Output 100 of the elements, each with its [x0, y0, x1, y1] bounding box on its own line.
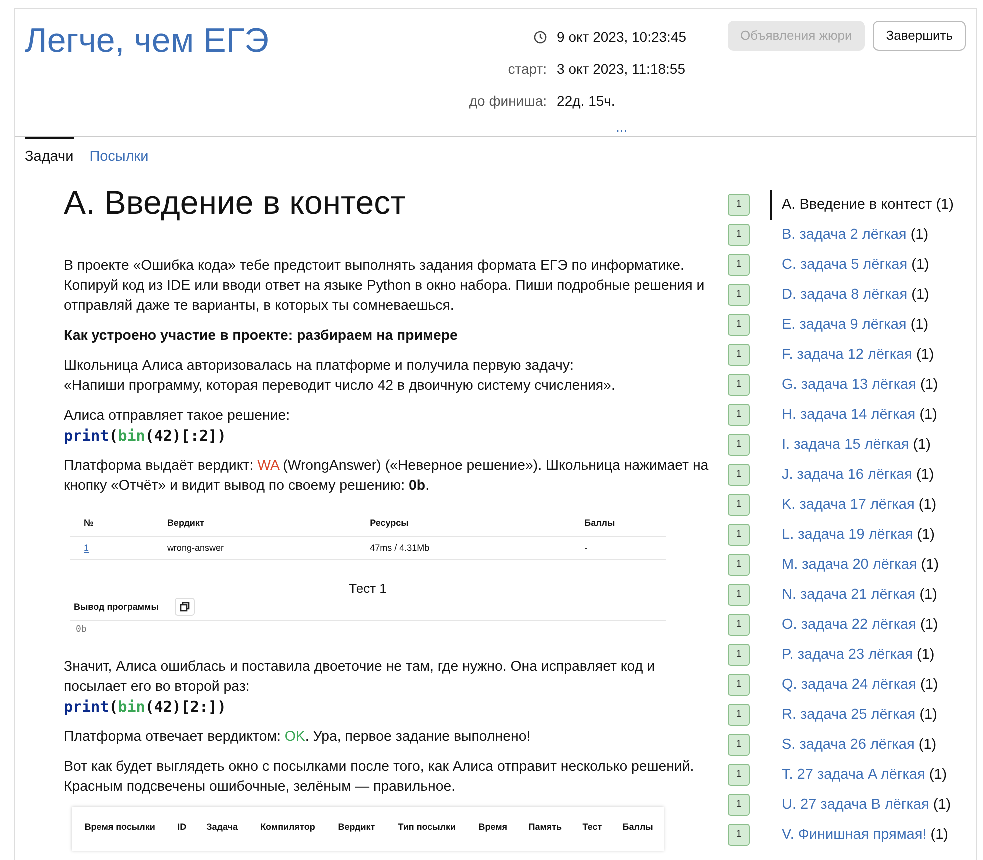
- problem-count: (1): [920, 376, 938, 393]
- score-badge: 1: [728, 224, 750, 246]
- problem-link[interactable]: I. задача 15 лёгкая: [782, 436, 910, 453]
- info-label: до финиша:: [469, 93, 548, 110]
- problem-count: (1): [910, 316, 929, 333]
- score-badge: 1: [728, 524, 750, 546]
- problem-count: (1): [916, 346, 934, 363]
- tab[interactable]: Посылки: [90, 137, 149, 173]
- problem-link[interactable]: M. задача 20 лёгкая: [782, 556, 918, 573]
- clock-icon: [534, 31, 548, 44]
- score-badge: 1: [728, 644, 750, 666]
- column-header: Компилятор: [260, 822, 316, 832]
- score-badge: 1: [728, 434, 750, 456]
- code-line: print(bin(42)[:2]): [64, 426, 228, 446]
- score-badge: 1: [728, 254, 750, 276]
- section-heading: Как устроено участие в проекте: разбираем на примере: [64, 327, 459, 346]
- paragraph: Вот как будет выглядеть окно с посылками после того, как Алиса отправит несколько решений. Красным подсвечены ошибочные, зелёным — правильное.: [64, 758, 696, 798]
- paragraph: Платформа отвечает вердиктом: OK. Ура, первое задание выполнено!: [64, 728, 532, 748]
- problem-link[interactable]: H. задача 14 лёгкая: [782, 406, 916, 423]
- column-header: Тип посылки: [398, 822, 456, 832]
- score-badge: 1: [728, 374, 750, 396]
- program-output: 0b: [76, 625, 87, 636]
- column-header: Задача: [206, 822, 238, 832]
- column-header: Ресурсы: [370, 518, 409, 528]
- problem-link[interactable]: G. задача 13 лёгкая: [782, 376, 916, 393]
- problem-count: (1): [930, 826, 948, 843]
- table-cell: -: [584, 543, 588, 554]
- problem-count: (1): [921, 556, 940, 573]
- paragraph: Значит, Алиса ошиблась и поставила двоеточие не там, где нужно. Она исправляет код и посылает его во второй раз:: [64, 658, 656, 698]
- table-cell: wrong-answer: [167, 543, 224, 554]
- test-link[interactable]: 1: [84, 543, 90, 554]
- problem-link[interactable]: J. задача 16 лёгкая: [782, 466, 912, 483]
- score-badge: 1: [728, 824, 750, 846]
- table-cell: 47ms / 4.31Mb: [370, 543, 430, 554]
- problem-count: (1): [920, 676, 938, 693]
- copy-icon: [180, 602, 190, 612]
- test-title: Тест 1: [348, 580, 388, 598]
- problem-count: (1): [929, 766, 948, 783]
- problem-link[interactable]: C. задача 5 лёгкая: [782, 256, 908, 273]
- score-badge: 1: [728, 704, 750, 726]
- column-header: Вердикт: [167, 518, 204, 528]
- problem-link[interactable]: K. задача 17 лёгкая: [782, 496, 915, 513]
- problem-link[interactable]: B. задача 2 лёгкая: [782, 226, 907, 243]
- problem-link[interactable]: Q. задача 24 лёгкая: [782, 676, 916, 693]
- score-badge: 1: [728, 404, 750, 426]
- problem-title: A. Введение в контест: [64, 182, 407, 222]
- problem-count: (1): [918, 736, 937, 753]
- problem-link[interactable]: E. задача 9 лёгкая: [782, 316, 907, 333]
- score-badge: 1: [728, 194, 750, 216]
- score-badge: 1: [728, 674, 750, 696]
- problem-link[interactable]: P. задача 23 лёгкая: [782, 646, 913, 663]
- score-badge: 1: [728, 494, 750, 516]
- score-badge: 1: [728, 794, 750, 816]
- problem-link[interactable]: N. задача 21 лёгкая: [782, 586, 916, 603]
- problem-count: (1): [920, 406, 938, 423]
- score-badge: 1: [728, 734, 750, 756]
- score-badge: 1: [728, 284, 750, 306]
- problem-link[interactable]: O. задача 22 лёгкая: [782, 616, 916, 633]
- problem-count: (1): [918, 496, 937, 513]
- column-header: Баллы: [584, 518, 616, 528]
- score-badge: 1: [728, 554, 750, 576]
- column-header: ID: [178, 822, 187, 832]
- problem-link[interactable]: V. Финишная прямая!: [782, 826, 927, 843]
- problem-count: (1): [912, 286, 930, 303]
- finish-button[interactable]: Завершить: [873, 21, 966, 50]
- column-header: Время: [478, 822, 508, 832]
- problem-count: (1): [910, 226, 929, 243]
- more-link[interactable]: ...: [616, 118, 628, 135]
- column-header: №: [84, 518, 94, 528]
- clock-time: 9 окт 2023, 10:23:45: [557, 28, 687, 45]
- problem-link[interactable]: R. задача 25 лёгкая: [782, 706, 916, 723]
- problem-link[interactable]: A. Введение в контест: [782, 196, 932, 213]
- problem-count: (1): [913, 436, 931, 453]
- column-header: Тест: [582, 822, 602, 832]
- paragraph: Платформа выдаёт вердикт: WA (WrongAnswer) («Неверное решение»). Школьница нажимает на кнопку «Отчёт» и видит вывод по своему решению: 0b.: [64, 457, 710, 496]
- problem-link[interactable]: F. задача 12 лёгкая: [782, 346, 912, 363]
- score-badge: 1: [728, 464, 750, 486]
- problem-link[interactable]: D. задача 8 лёгкая: [782, 286, 908, 303]
- score-badge: 1: [728, 764, 750, 786]
- problem-link[interactable]: L. задача 19 лёгкая: [782, 526, 914, 543]
- problem-count: (1): [936, 196, 954, 213]
- column-header: Вердикт: [338, 822, 376, 832]
- output-label: Вывод программы: [74, 601, 159, 614]
- paragraph: Школьница Алиса авторизовалась на платформе и получила первую задачу: «Напиши программу, которая переводит число 42 в двоичную систему счисления».: [64, 357, 616, 396]
- problem-count: (1): [917, 646, 935, 663]
- column-header: Память: [528, 822, 562, 832]
- problem-link[interactable]: U. 27 задача B лёгкая: [782, 796, 930, 813]
- problem-count: (1): [933, 796, 952, 813]
- problem-link[interactable]: S. задача 26 лёгкая: [782, 736, 915, 753]
- score-badge: 1: [728, 614, 750, 636]
- info-value: 22д. 15ч.: [557, 93, 616, 110]
- copy-button[interactable]: [174, 598, 195, 616]
- problem-count: (1): [917, 526, 936, 543]
- paragraph: Алиса отправляет такое решение:: [64, 407, 292, 426]
- problem-link[interactable]: T. 27 задача A лёгкая: [782, 766, 926, 783]
- tab[interactable]: Задачи: [25, 137, 74, 173]
- contest-title: Легче, чем ЕГЭ: [25, 21, 270, 62]
- problem-count: (1): [920, 616, 938, 633]
- info-label: старт:: [508, 60, 548, 77]
- score-badge: 1: [728, 314, 750, 336]
